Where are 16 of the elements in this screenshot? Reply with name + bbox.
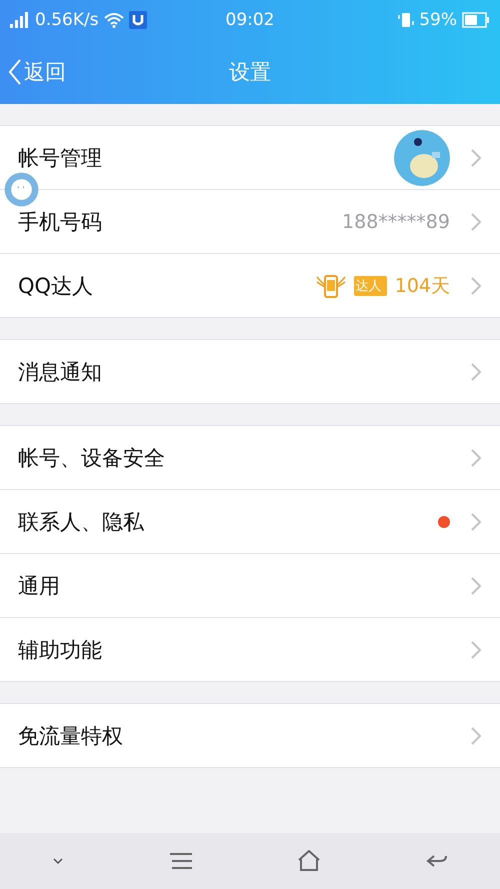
setting-label[interactable]: 手机号码	[18, 208, 102, 236]
setting-label[interactable]: 帐号、设备安全	[18, 444, 165, 472]
network-speed: 0.56K/s	[35, 10, 99, 30]
phone-number: 188*****89	[342, 210, 450, 232]
clock: 09:02	[226, 10, 274, 30]
setting-label[interactable]: QQ达人	[18, 272, 94, 300]
setting-label[interactable]: 联系人、隐私	[18, 508, 144, 536]
setting-label[interactable]: 帐号管理	[18, 144, 102, 172]
setting-label[interactable]: 辅助功能	[18, 636, 102, 664]
days-count: 104天	[394, 274, 450, 298]
page-title: 设置	[229, 59, 271, 86]
battery-percent: 59%	[419, 10, 457, 30]
setting-label[interactable]: 消息通知	[18, 358, 102, 386]
setting-label[interactable]: 通用	[18, 572, 60, 600]
expert-badge: 达人	[354, 276, 387, 296]
setting-label[interactable]: 免流量特权	[18, 722, 123, 750]
